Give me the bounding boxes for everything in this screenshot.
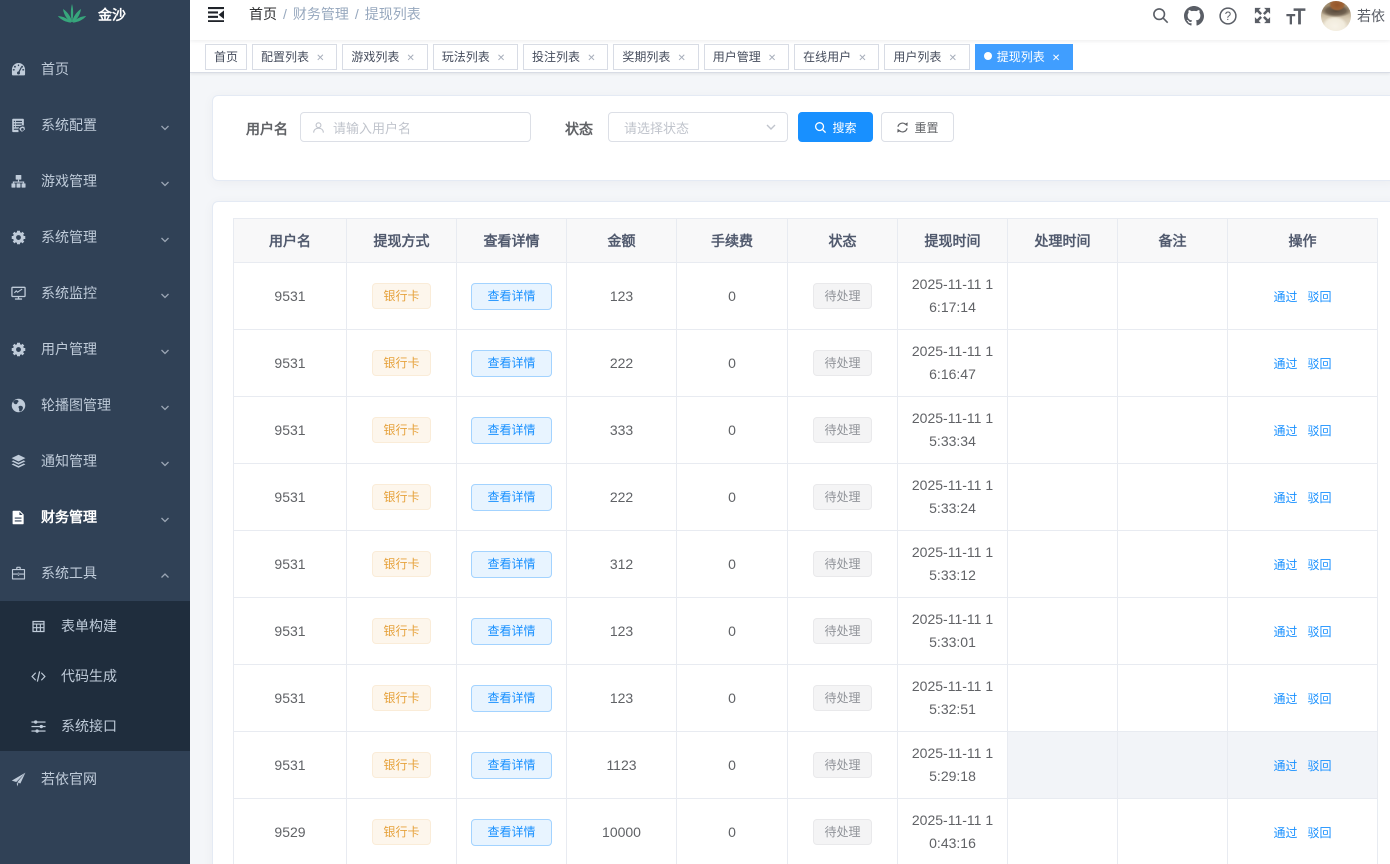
svg-text:?: ? [1225, 11, 1231, 23]
